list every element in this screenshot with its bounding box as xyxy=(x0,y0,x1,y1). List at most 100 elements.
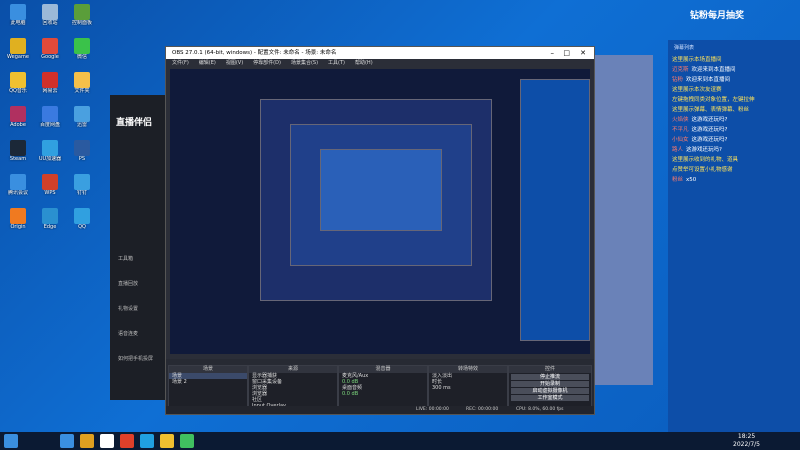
chat-nick[interactable]: 小仙女 xyxy=(672,137,689,143)
app-icon xyxy=(42,106,58,122)
menu-item[interactable]: 停靠部件(D) xyxy=(253,60,281,66)
desktop-icon[interactable]: Steam xyxy=(4,140,32,170)
desktop-icon[interactable]: Edge xyxy=(36,208,64,238)
minimize-icon[interactable]: – xyxy=(551,47,555,59)
scenes-dock: 场景 场景 场景 2 xyxy=(168,365,248,411)
chat-panel: 弹幕列表 这里展示本场直播间 迈克斯 欢迎来到本直播间 钻粉 欢迎来到本直播间 这里展示本… xyxy=(668,40,800,432)
desktop-icon[interactable]: 迅雷 xyxy=(68,106,96,136)
chat-nick[interactable]: 钻粉 xyxy=(672,77,683,83)
chat-text: 这游戏还玩吗? xyxy=(691,127,728,133)
start-record-button[interactable]: 开始录制 xyxy=(511,381,589,387)
studio-mode-button[interactable]: 工作室模式 xyxy=(511,395,589,401)
nested-chat xyxy=(520,79,590,341)
menu-item[interactable]: 帮助(H) xyxy=(355,60,373,66)
clock[interactable]: 18:25 2022/7/5 xyxy=(733,433,760,449)
clock-time: 18:25 xyxy=(737,433,756,440)
desktop-icon[interactable]: 网易云 xyxy=(36,72,64,102)
obs-titlebar[interactable]: OBS 27.0.1 (64-bit, windows) - 配置文件: 未命名… xyxy=(166,47,594,59)
desktop-icon[interactable]: 钉钉 xyxy=(68,174,96,204)
obs-preview[interactable] xyxy=(170,69,590,354)
menu-item[interactable]: 文件(F) xyxy=(172,60,189,66)
desktop-icon[interactable]: Wegame xyxy=(4,38,32,68)
desktop-icon[interactable]: 此电脑 xyxy=(4,4,32,34)
stop-stream-button[interactable]: 停止推流 xyxy=(511,374,589,380)
menu-item[interactable]: 工具(T) xyxy=(328,60,345,66)
desktop-icon-label: 网易云 xyxy=(42,88,58,94)
chat-nick[interactable]: 不平凡 xyxy=(672,127,689,133)
desktop-icon-label: 百度网盘 xyxy=(39,122,60,128)
chat-message: 路人 这游戏还玩吗? xyxy=(668,145,800,155)
menu-item[interactable]: 场景集合(S) xyxy=(291,60,318,66)
chat-list: 这里展示本场直播间 迈克斯 欢迎来到本直播间 钻粉 欢迎来到本直播间 这里展示本次友谊赛左… xyxy=(668,55,800,185)
app-sidebar-item[interactable]: 直播回放 xyxy=(118,280,138,287)
taskbar-app-icon[interactable] xyxy=(100,434,114,448)
desktop-icon[interactable]: 回收站 xyxy=(36,4,64,34)
scene-item[interactable]: 场景 2 xyxy=(169,379,247,385)
chat-nick[interactable]: 路人 xyxy=(672,147,683,153)
start-icon[interactable] xyxy=(4,434,18,448)
close-icon[interactable]: ✕ xyxy=(580,47,586,59)
chat-message: 钻粉 欢迎来到本直播间 xyxy=(668,75,800,85)
rec-timer: REC: 00:00:00 xyxy=(466,407,499,412)
controls-title: 控件 xyxy=(509,366,591,373)
chat-nick[interactable]: 火焰侠 xyxy=(672,117,689,123)
desktop-icon-label: UU加速器 xyxy=(38,156,62,162)
desktop-icon[interactable]: UU加速器 xyxy=(36,140,64,170)
desktop-icon-label: Wegame xyxy=(7,54,29,60)
background-window xyxy=(593,55,653,385)
desktop-icon[interactable]: PS xyxy=(68,140,96,170)
app-sidebar-item[interactable]: 语音连麦 xyxy=(118,330,138,337)
maximize-icon[interactable]: □ xyxy=(563,47,570,59)
desktop: 此电脑 回收站 控制面板 Wegame Google 微信 QQ音乐 网易云 文件夹 Adobe 百… xyxy=(0,0,800,450)
duration-input[interactable]: 300 ms xyxy=(429,385,507,391)
app-sidebar-item[interactable]: 礼物设置 xyxy=(118,305,138,312)
taskbar-app-icon[interactable] xyxy=(60,434,74,448)
app-icon xyxy=(74,72,90,88)
desktop-icon[interactable]: 百度网盘 xyxy=(36,106,64,136)
desktop-icon[interactable]: Adobe xyxy=(4,106,32,136)
chat-message: 粉丝 x50 xyxy=(668,175,800,185)
chat-nick[interactable]: 粉丝 xyxy=(672,177,683,183)
taskbar-app-icon[interactable] xyxy=(180,434,194,448)
desktop-icon[interactable]: 文件夹 xyxy=(68,72,96,102)
menu-item[interactable]: 编辑(E) xyxy=(199,60,216,66)
chat-nick[interactable]: 迈克斯 xyxy=(672,67,689,73)
desktop-icon-label: QQ xyxy=(78,224,86,230)
desktop-icon[interactable]: Google xyxy=(36,38,64,68)
desktop-icon[interactable]: Origin xyxy=(4,208,32,238)
chat-message: 火焰侠 这游戏还玩吗? xyxy=(668,115,800,125)
taskbar-app-icon[interactable] xyxy=(120,434,134,448)
obs-title: OBS 27.0.1 (64-bit, windows) - 配置文件: 未命名… xyxy=(172,50,337,56)
obs-menubar: 文件(F) 编辑(E) 视图(V) 停靠部件(D) 场景集合(S) 工具(T) 帮助(H) xyxy=(166,59,594,68)
desktop-icon[interactable]: 控制面板 xyxy=(68,4,96,34)
chat-text: 点赞举可设置小礼物感谢 xyxy=(672,167,733,173)
taskbar-app-icon[interactable] xyxy=(80,434,94,448)
cpu-fps: CPU: 8.0%, 60.00 fps xyxy=(516,407,564,412)
desktop-icon[interactable]: QQ xyxy=(68,208,96,238)
menu-item[interactable]: 视图(V) xyxy=(226,60,243,66)
taskbar-app-icon[interactable] xyxy=(160,434,174,448)
app-icon xyxy=(74,38,90,54)
chat-text: 左键拖拽同类对象位置，左键拉伸 xyxy=(672,97,755,103)
desktop-icon[interactable]: QQ音乐 xyxy=(4,72,32,102)
desktop-icon[interactable]: WPS xyxy=(36,174,64,204)
virtual-camera-button[interactable]: 启动虚拟摄像机 xyxy=(511,388,589,394)
app-icon xyxy=(74,140,90,156)
obs-window[interactable]: OBS 27.0.1 (64-bit, windows) - 配置文件: 未命名… xyxy=(165,46,595,415)
chat-text: 这游戏还玩吗? xyxy=(691,137,728,143)
sources-title: 来源 xyxy=(249,366,337,373)
app-sidebar-item[interactable]: 如何把手机投屏 xyxy=(118,355,153,362)
app-icon xyxy=(10,106,26,122)
app-icon xyxy=(10,208,26,224)
desktop-icon-label: 微信 xyxy=(76,54,87,60)
taskbar-app-icon[interactable] xyxy=(140,434,154,448)
desktop-icon-label: 回收站 xyxy=(42,20,58,26)
controls-dock: 控件 停止推流 开始录制 启动虚拟摄像机 工作室模式 xyxy=(508,365,592,411)
app-sidebar-item[interactable]: 工具箱 xyxy=(118,255,133,262)
desktop-icon[interactable]: 微信 xyxy=(68,38,96,68)
chat-message: 这里展示弹幕、表情弹幕、粉丝 xyxy=(668,105,800,115)
transitions-dock: 转场特效 淡入淡出 时长 300 ms xyxy=(428,365,508,411)
chat-message: 不平凡 这游戏还玩吗? xyxy=(668,125,800,135)
desktop-icon[interactable]: 腾讯会议 xyxy=(4,174,32,204)
chat-message: 这里展示本场直播间 xyxy=(668,55,800,65)
